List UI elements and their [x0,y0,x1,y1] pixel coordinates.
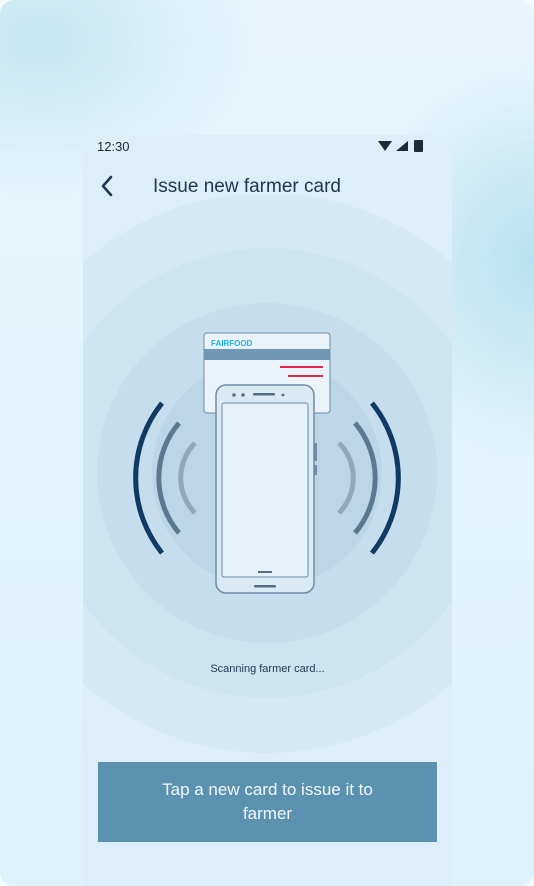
signal-icon [396,141,408,151]
scan-status-text: Scanning farmer card... [210,663,325,675]
phone-device-icon [215,384,317,594]
issue-card-button-label: Tap a new card to issue it to farmer [162,780,373,823]
battery-icon [414,140,423,152]
status-icons [378,140,423,152]
status-bar: 12:30 [83,135,452,157]
wifi-icon [378,141,392,151]
status-time: 12:30 [97,139,130,154]
card-brand: FAIRFOOD [211,339,253,348]
issue-card-button[interactable]: Tap a new card to issue it to farmer [98,762,437,842]
nfc-scan-illustration: FAIRFOOD [83,195,452,753]
phone-screen: 12:30 Issue new farmer card FAIRFOOD Sca… [83,135,452,886]
